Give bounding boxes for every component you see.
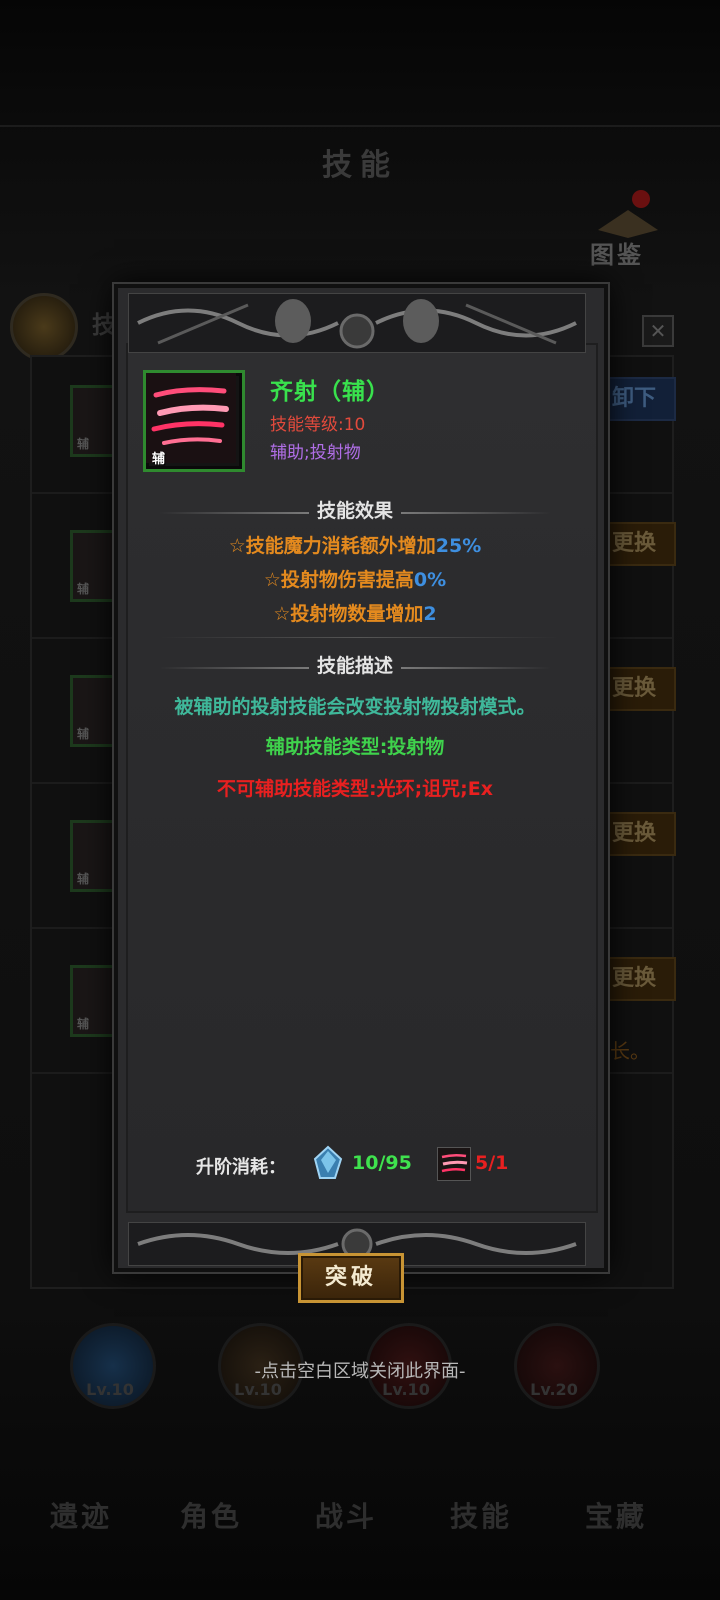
bg-screen-title: 技能 xyxy=(322,148,398,183)
tab-book-icon[interactable] xyxy=(10,293,78,361)
volley-skill-mini-icon xyxy=(437,1147,471,1181)
separator xyxy=(160,637,560,638)
desc-header: 技能描述 xyxy=(120,651,590,678)
skill-level: 技能等级:10 xyxy=(270,415,366,435)
slot-tag: 辅 xyxy=(77,1017,90,1031)
effects-header: 技能效果 xyxy=(120,496,590,523)
breakthrough-button[interactable]: 突破 xyxy=(298,1253,404,1303)
effect-line: ☆投射物伤害提高0% xyxy=(120,565,590,592)
close-hint: -点击空白区域关闭此界面- xyxy=(254,1361,466,1382)
slot-tag: 辅 xyxy=(77,727,90,741)
effect-text: ☆投射物伤害提高 xyxy=(263,569,414,591)
tab-label: 技 xyxy=(92,311,116,339)
effect-value: 2 xyxy=(423,603,437,625)
slot-tag: 辅 xyxy=(77,872,90,886)
divider-line xyxy=(401,666,551,669)
atlas-label[interactable]: 图鉴 xyxy=(590,235,644,270)
divider-line xyxy=(158,666,309,669)
atlas-badge xyxy=(632,190,650,208)
nav-skills[interactable]: 技能 xyxy=(450,1495,512,1535)
support-types: 辅助技能类型:投射物 xyxy=(265,736,445,758)
effects-title: 技能效果 xyxy=(316,500,393,522)
skill-description: 被辅助的投射技能会改变投射物投射模式。 xyxy=(174,696,536,718)
volley-skill-icon: 辅 xyxy=(143,370,245,472)
unsupported-types: 不可辅助技能类型:光环;诅咒;Ex xyxy=(216,778,494,800)
skill-tags: 辅助;投射物 xyxy=(270,443,361,463)
divider-line xyxy=(401,511,551,514)
effect-value: 0% xyxy=(413,569,447,591)
close-icon[interactable]: ✕ xyxy=(642,315,674,347)
icon-tag: 辅 xyxy=(152,452,166,467)
skill-name: 齐射（辅） xyxy=(270,379,390,405)
nav-relics[interactable]: 遗迹 xyxy=(50,1495,112,1535)
nav-treasure[interactable]: 宝藏 xyxy=(585,1495,647,1535)
upgrade-cost-label: 升阶消耗： xyxy=(196,1157,286,1178)
nav-battle[interactable]: 战斗 xyxy=(315,1495,377,1535)
desc-title: 技能描述 xyxy=(316,655,393,677)
slot-tag: 辅 xyxy=(77,582,90,596)
skill-copy-cost: 5/1 xyxy=(475,1152,509,1174)
effect-text: ☆投射物数量增加 xyxy=(273,603,424,625)
effect-value: 25% xyxy=(435,535,482,557)
top-ornament xyxy=(127,292,587,354)
crystal-icon xyxy=(310,1145,346,1181)
divider-line xyxy=(158,511,309,514)
crystal-cost: 10/95 xyxy=(352,1152,412,1174)
effect-line: ☆技能魔力消耗额外增加25% xyxy=(120,531,590,558)
effect-line: ☆投射物数量增加2 xyxy=(120,599,590,626)
nav-character[interactable]: 角色 xyxy=(180,1495,242,1535)
slot-tag: 辅 xyxy=(77,437,90,451)
effect-text: ☆技能魔力消耗额外增加 xyxy=(228,535,436,557)
